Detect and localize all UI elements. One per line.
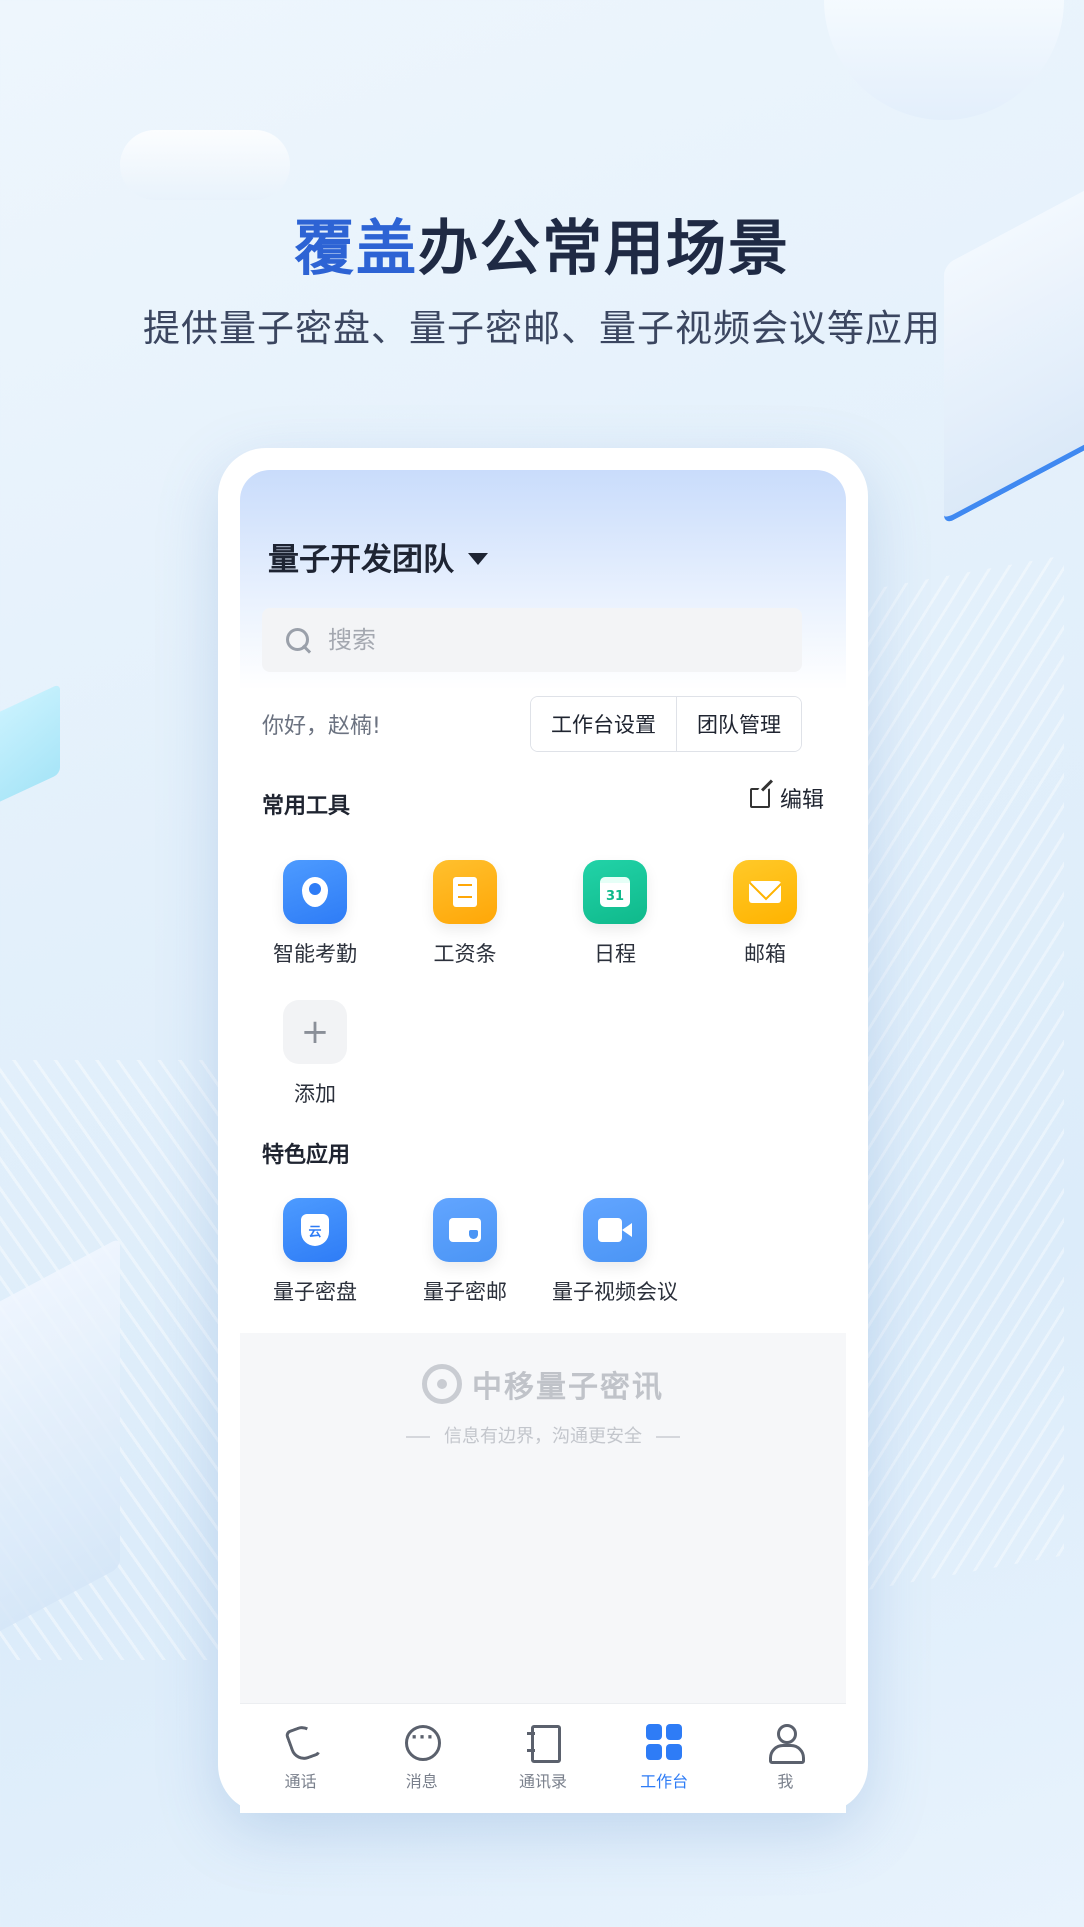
brand-row: 中移量子密讯 xyxy=(240,1362,846,1406)
calendar-day: 31 xyxy=(600,877,630,907)
tab-label: 通讯录 xyxy=(518,1772,567,1791)
edit-button[interactable]: 编辑 xyxy=(749,782,824,814)
video-camera-icon xyxy=(583,1198,647,1262)
search-bar[interactable] xyxy=(262,608,802,672)
message-icon xyxy=(402,1722,442,1762)
bottom-tab-bar: 通话 消息 通讯录 工作台 我 xyxy=(240,1703,846,1813)
location-pin-icon xyxy=(283,860,347,924)
tab-me[interactable]: 我 xyxy=(735,1722,835,1792)
app-label: 量子密盘 xyxy=(273,1280,357,1304)
featured-apps-grid: 云 量子密盘 量子密邮 量子视频会议 xyxy=(240,1198,846,1306)
team-manage-button[interactable]: 团队管理 xyxy=(676,697,801,751)
cloud-shield-icon: 云 xyxy=(283,1198,347,1262)
brand-slogan: 信息有边界，沟通更安全 xyxy=(240,1422,846,1448)
search-input[interactable] xyxy=(328,626,768,654)
app-quantum-video[interactable]: 量子视频会议 xyxy=(540,1198,690,1306)
promo-headline: 覆盖办公常用场景 xyxy=(0,200,1084,287)
edit-label: 编辑 xyxy=(779,788,824,813)
team-switcher[interactable]: 量子开发团队 xyxy=(268,534,488,579)
phone-icon xyxy=(281,1722,321,1762)
brand-logo-icon xyxy=(422,1364,462,1404)
search-icon xyxy=(284,626,312,654)
app-label: 智能考勤 xyxy=(273,942,357,966)
profile-icon xyxy=(765,1722,806,1764)
tab-label: 工作台 xyxy=(640,1772,689,1791)
background-decoration xyxy=(0,1237,120,1653)
promo-subline: 提供量子密盘、量子密邮、量子视频会议等应用 xyxy=(143,307,941,350)
add-tool-row: + 添加 xyxy=(240,1000,846,1108)
app-label: 量子密邮 xyxy=(423,1280,507,1304)
plus-icon: + xyxy=(283,1000,347,1064)
tab-label: 消息 xyxy=(405,1772,438,1791)
greeting-text: 你好，赵楠! xyxy=(262,714,381,739)
brand-name: 中移量子密讯 xyxy=(472,1370,664,1405)
common-tools-grid: 智能考勤 工资条 31 日程 邮箱 xyxy=(240,860,846,968)
calendar-icon: 31 xyxy=(583,860,647,924)
mail-icon xyxy=(733,860,797,924)
caret-down-icon xyxy=(468,552,488,565)
app-label: 量子视频会议 xyxy=(552,1280,678,1304)
app-payslip[interactable]: 工资条 xyxy=(390,860,540,968)
background-decoration xyxy=(0,1060,230,1660)
app-label: 工资条 xyxy=(433,942,497,966)
headline-accent: 覆盖 xyxy=(294,214,418,284)
app-mailbox[interactable]: 邮箱 xyxy=(690,860,840,968)
tab-workbench[interactable]: 工作台 xyxy=(614,1722,714,1792)
add-tool-button[interactable]: + 添加 xyxy=(240,1000,390,1108)
tab-calls[interactable]: 通话 xyxy=(251,1722,351,1792)
tab-contacts[interactable]: 通讯录 xyxy=(493,1722,593,1792)
edit-icon xyxy=(749,788,770,808)
app-label: 日程 xyxy=(594,942,636,966)
background-decoration xyxy=(0,683,60,807)
tab-label: 通话 xyxy=(284,1772,317,1791)
background-decoration xyxy=(120,130,290,200)
common-tools-title: 常用工具 xyxy=(262,794,351,819)
app-schedule[interactable]: 31 日程 xyxy=(540,860,690,968)
background-decoration xyxy=(824,0,1064,120)
contacts-icon xyxy=(523,1722,563,1763)
workbench-actions: 工作台设置 团队管理 xyxy=(530,696,802,752)
app-label: 添加 xyxy=(294,1082,336,1106)
greeting-row: 你好，赵楠! 工作台设置 团队管理 xyxy=(262,696,802,752)
tab-messages[interactable]: 消息 xyxy=(372,1722,472,1792)
payslip-icon xyxy=(433,860,497,924)
app-quantum-disk[interactable]: 云 量子密盘 xyxy=(240,1198,390,1306)
secure-mail-icon xyxy=(433,1198,497,1262)
headline-rest: 办公常用场景 xyxy=(418,214,790,284)
app-attendance[interactable]: 智能考勤 xyxy=(240,860,390,968)
featured-apps-title: 特色应用 xyxy=(262,1143,351,1168)
app-quantum-mail[interactable]: 量子密邮 xyxy=(390,1198,540,1306)
app-label: 邮箱 xyxy=(744,942,786,966)
workbench-grid-icon xyxy=(644,1722,684,1762)
phone-screen: 量子开发团队 你好，赵楠! 工作台设置 团队管理 常用工具 编辑 智能考勤 xyxy=(240,470,846,1813)
workbench-settings-button[interactable]: 工作台设置 xyxy=(531,697,676,751)
team-name: 量子开发团队 xyxy=(268,542,454,578)
phone-mockup: 量子开发团队 你好，赵楠! 工作台设置 团队管理 常用工具 编辑 智能考勤 xyxy=(218,448,868,1813)
tab-label: 我 xyxy=(777,1772,794,1791)
